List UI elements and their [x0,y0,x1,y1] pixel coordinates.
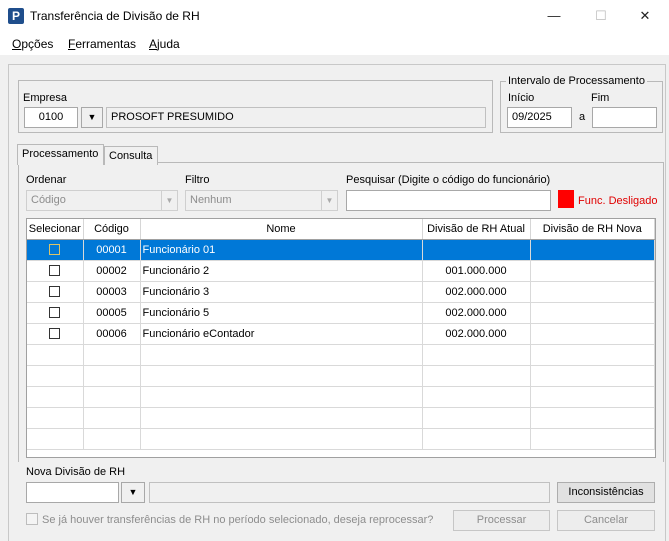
employee-table: Selecionar Código Nome Divisão de RH Atu… [27,219,655,450]
row-checkbox-cell[interactable] [27,302,84,324]
cell-divisao-atual [422,239,531,261]
menu-opcoes[interactable]: Opções [12,37,53,51]
row-checkbox[interactable] [49,286,61,298]
chevron-down-icon: ▼ [161,191,177,210]
col-selecionar[interactable]: Selecionar [27,219,84,240]
ordenar-select[interactable]: Código ▼ [26,190,178,211]
row-checkbox-cell[interactable] [27,323,84,345]
nova-divisao-dropdown-button[interactable]: ▼ [121,482,145,503]
cell-divisao-atual: 002.000.000 [422,302,531,324]
cell-divisao-atual: 001.000.000 [422,260,531,282]
cell-nome: Funcionário 01 [140,239,423,261]
menu-ajuda[interactable]: Ajuda [149,37,180,51]
row-checkbox[interactable] [49,328,61,340]
menu-ferramentas[interactable]: Ferramentas [68,37,136,51]
close-button[interactable]: ✕ [622,0,668,31]
intervalo-separator: a [579,111,586,123]
row-checkbox[interactable] [49,244,61,256]
empresa-code-field[interactable]: 0100 [24,107,78,128]
cell-divisao-nova[interactable] [530,260,655,282]
empresa-dropdown-button[interactable]: ▼ [81,107,103,128]
nova-divisao-input[interactable] [26,482,119,503]
grid-header-row: Selecionar Código Nome Divisão de RH Atu… [27,219,655,240]
desligado-legend-swatch [558,190,574,208]
desligado-legend-label: Func. Desligado [578,195,658,207]
cell-divisao-nova[interactable] [530,323,655,345]
processar-button[interactable]: Processar [453,510,550,531]
empty-row [27,407,655,429]
inicio-input[interactable]: 09/2025 [507,107,572,128]
row-checkbox-cell[interactable] [27,239,84,261]
cell-codigo: 00001 [83,239,141,261]
row-checkbox-cell[interactable] [27,260,84,282]
reprocess-label: Se já houver transferências de RH no per… [42,514,434,526]
cell-divisao-nova[interactable] [530,302,655,324]
empresa-name-field: PROSOFT PRESUMIDO [106,107,486,128]
cell-nome: Funcionário eContador [140,323,423,345]
cell-codigo: 00003 [83,281,141,303]
cell-codigo: 00006 [83,323,141,345]
pesquisar-label: Pesquisar (Digite o código do funcionári… [346,174,551,186]
intervalo-label: Intervalo de Processamento [506,75,647,87]
inconsistencias-button[interactable]: Inconsistências [557,482,655,503]
row-checkbox-cell[interactable] [27,281,84,303]
filtro-select[interactable]: Nenhum ▼ [185,190,338,211]
empty-row [27,428,655,450]
cell-codigo: 00005 [83,302,141,324]
fim-label: Fim [591,92,610,104]
filtro-label: Filtro [185,174,210,186]
empty-row [27,344,655,366]
cell-nome: Funcionário 5 [140,302,423,324]
cell-nome: Funcionário 3 [140,281,423,303]
maximize-button[interactable]: ☐ [578,0,624,31]
table-row[interactable]: 00006 Funcionário eContador 002.000.000 [27,323,655,345]
tab-consulta[interactable]: Consulta [104,146,158,165]
col-divisao-atual[interactable]: Divisão de RH Atual [422,219,531,240]
cancelar-button[interactable]: Cancelar [557,510,655,531]
col-nome[interactable]: Nome [140,219,423,240]
reprocess-checkbox[interactable] [26,513,38,525]
ordenar-label: Ordenar [26,174,67,186]
minimize-button[interactable]: — [531,0,577,31]
table-row[interactable]: 00002 Funcionário 2 001.000.000 [27,260,655,282]
row-checkbox[interactable] [49,307,61,319]
cell-divisao-atual: 002.000.000 [422,323,531,345]
empty-row [27,386,655,408]
empty-row [27,365,655,387]
chevron-down-icon: ▼ [321,191,337,210]
table-row[interactable]: 00005 Funcionário 5 002.000.000 [27,302,655,324]
employee-grid: Selecionar Código Nome Divisão de RH Atu… [26,218,656,458]
empresa-label: Empresa [23,92,68,104]
cell-divisao-nova[interactable] [530,281,655,303]
app-logo-icon: P [8,8,24,24]
col-divisao-nova[interactable]: Divisão de RH Nova [530,219,655,240]
cell-nome: Funcionário 2 [140,260,423,282]
window-title: Transferência de Divisão de RH [30,9,200,23]
table-row[interactable]: 00001 Funcionário 01 [27,239,655,261]
nova-divisao-label: Nova Divisão de RH [26,466,126,478]
cell-divisao-atual: 002.000.000 [422,281,531,303]
fim-input[interactable] [592,107,657,128]
tab-processamento[interactable]: Processamento [17,144,104,165]
nova-divisao-description [149,482,550,503]
col-codigo[interactable]: Código [83,219,141,240]
search-input[interactable] [346,190,551,211]
table-row[interactable]: 00003 Funcionário 3 002.000.000 [27,281,655,303]
cell-codigo: 00002 [83,260,141,282]
inicio-label: Início [508,92,535,104]
row-checkbox[interactable] [49,265,61,277]
cell-divisao-nova[interactable] [530,239,655,261]
